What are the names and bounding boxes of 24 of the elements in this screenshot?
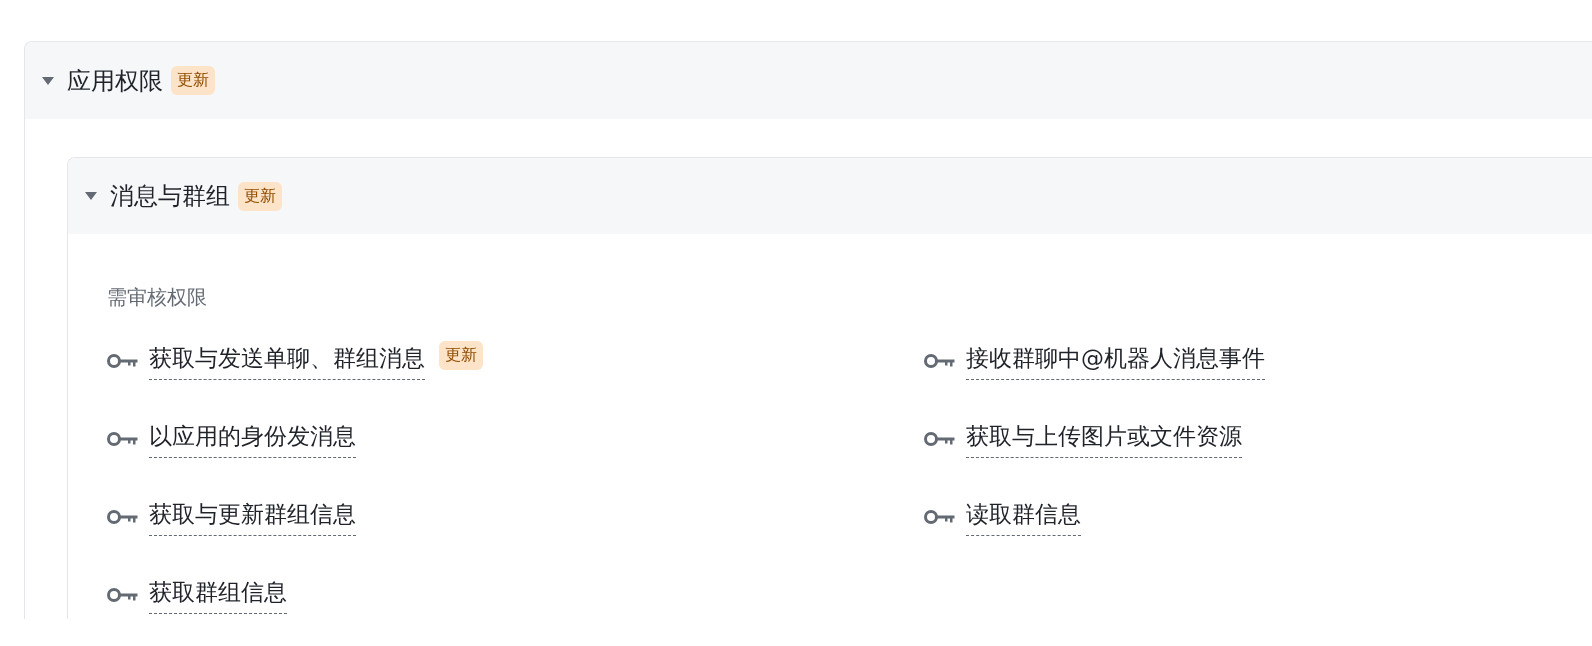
section-title: 应用权限: [67, 65, 163, 97]
key-icon: [924, 353, 956, 369]
permission-link[interactable]: 获取与更新群组信息: [149, 498, 356, 536]
key-icon: [107, 353, 139, 369]
group-header[interactable]: 消息与群组 更新: [68, 158, 1592, 234]
key-icon: [924, 431, 956, 447]
permission-link[interactable]: 获取群组信息: [149, 576, 287, 614]
permission-link[interactable]: 读取群信息: [966, 498, 1081, 536]
section-header[interactable]: 应用权限 更新: [25, 42, 1592, 119]
update-tag: 更新: [171, 66, 215, 95]
permission-link[interactable]: 以应用的身份发消息: [149, 420, 356, 458]
update-tag: 更新: [439, 340, 483, 370]
key-icon: [107, 431, 139, 447]
caret-icon[interactable]: [41, 75, 55, 86]
section-title: 消息与群组: [110, 181, 230, 212]
key-icon: [924, 509, 956, 525]
subheading: 需审核权限: [107, 284, 208, 311]
key-icon: [107, 509, 139, 525]
caret-icon[interactable]: [84, 191, 98, 201]
permission-link[interactable]: 接收群聊中@机器人消息事件: [966, 342, 1265, 380]
permission-link[interactable]: 获取与上传图片或文件资源: [966, 420, 1242, 458]
permission-link[interactable]: 获取与发送单聊、群组消息: [149, 342, 425, 380]
key-icon: [107, 587, 139, 603]
update-tag: 更新: [238, 181, 282, 211]
